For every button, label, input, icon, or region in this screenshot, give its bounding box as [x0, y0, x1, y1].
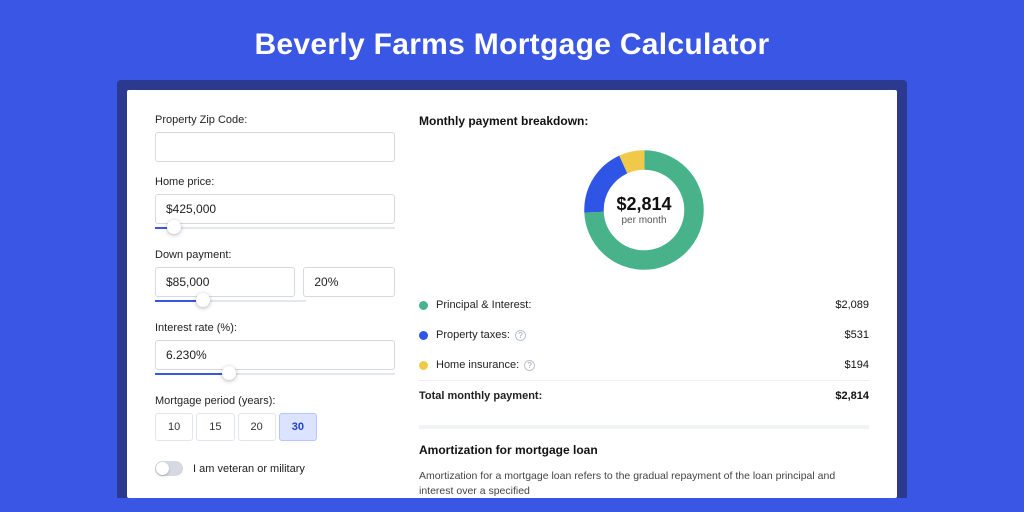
label-total: Total monthly payment:: [419, 390, 542, 402]
field-rate: Interest rate (%):: [155, 322, 395, 381]
dot-taxes: [419, 331, 428, 340]
rate-slider-thumb[interactable]: [222, 366, 236, 380]
down-amount-input[interactable]: [155, 267, 295, 297]
amortization-section: Amortization for mortgage loan Amortizat…: [419, 425, 869, 498]
calculator-card: Property Zip Code: Home price: Down paym…: [127, 90, 897, 498]
info-icon[interactable]: ?: [524, 360, 535, 371]
label-taxes: Property taxes:: [436, 329, 510, 341]
page-title: Beverly Farms Mortgage Calculator: [0, 0, 1024, 80]
rate-slider[interactable]: [155, 369, 395, 381]
card-outer: Property Zip Code: Home price: Down paym…: [117, 80, 907, 498]
down-slider[interactable]: [155, 296, 306, 308]
veteran-toggle[interactable]: [155, 461, 183, 476]
price-label: Home price:: [155, 176, 395, 188]
donut-wrap: $2,814 per month: [419, 140, 869, 290]
veteran-label: I am veteran or military: [193, 463, 305, 475]
price-slider[interactable]: [155, 223, 395, 235]
period-label: Mortgage period (years):: [155, 395, 395, 407]
field-period: Mortgage period (years): 10 15 20 30: [155, 395, 395, 441]
row-insurance: Home insurance: ? $194: [419, 350, 869, 380]
period-btn-30[interactable]: 30: [279, 413, 317, 441]
veteran-row: I am veteran or military: [155, 461, 395, 476]
row-total: Total monthly payment: $2,814: [419, 380, 869, 411]
rate-label: Interest rate (%):: [155, 322, 395, 334]
label-principal: Principal & Interest:: [436, 299, 531, 311]
field-down: Down payment:: [155, 249, 395, 308]
down-slider-thumb[interactable]: [196, 293, 210, 307]
period-button-group: 10 15 20 30: [155, 413, 395, 441]
amort-title: Amortization for mortgage loan: [419, 443, 869, 457]
price-input[interactable]: [155, 194, 395, 224]
form-column: Property Zip Code: Home price: Down paym…: [155, 114, 395, 498]
period-btn-20[interactable]: 20: [238, 413, 276, 441]
donut-sub: per month: [621, 215, 666, 226]
zip-label: Property Zip Code:: [155, 114, 395, 126]
period-btn-15[interactable]: 15: [196, 413, 234, 441]
donut-amount: $2,814: [616, 194, 671, 215]
value-total: $2,814: [835, 390, 869, 402]
dot-insurance: [419, 361, 428, 370]
value-principal: $2,089: [835, 299, 869, 311]
down-percent-input[interactable]: [303, 267, 395, 297]
breakdown-column: Monthly payment breakdown: $2,814 per mo…: [419, 114, 869, 498]
row-taxes: Property taxes: ? $531: [419, 320, 869, 350]
amort-text: Amortization for a mortgage loan refers …: [419, 469, 869, 498]
info-icon[interactable]: ?: [515, 330, 526, 341]
breakdown-title: Monthly payment breakdown:: [419, 114, 869, 128]
field-zip: Property Zip Code:: [155, 114, 395, 162]
period-btn-10[interactable]: 10: [155, 413, 193, 441]
value-insurance: $194: [845, 359, 869, 371]
value-taxes: $531: [845, 329, 869, 341]
down-label: Down payment:: [155, 249, 395, 261]
price-slider-thumb[interactable]: [167, 220, 181, 234]
dot-principal: [419, 301, 428, 310]
field-price: Home price:: [155, 176, 395, 235]
donut-center: $2,814 per month: [578, 144, 710, 276]
row-principal: Principal & Interest: $2,089: [419, 290, 869, 320]
donut-chart: $2,814 per month: [578, 144, 710, 276]
zip-input[interactable]: [155, 132, 395, 162]
label-insurance: Home insurance:: [436, 359, 519, 371]
rate-input[interactable]: [155, 340, 395, 370]
